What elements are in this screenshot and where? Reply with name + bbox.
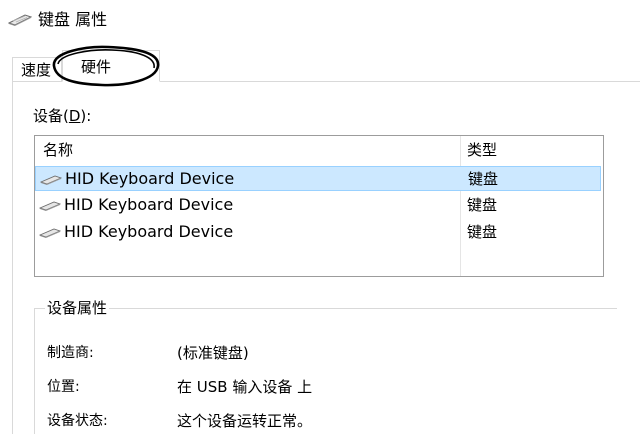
keyboard-icon — [39, 228, 61, 238]
title-bar[interactable]: 键盘 属性 — [0, 0, 640, 42]
keyboard-properties-window: 键盘 属性 速度 硬件 设备(D): 名称 类型 HID Keyboard De… — [0, 0, 640, 434]
location-value: 在 USB 输入设备 上 — [177, 378, 313, 396]
devices-label-prefix: 设备( — [33, 107, 69, 125]
devices-label-suffix: ): — [80, 107, 92, 125]
device-name: HID Keyboard Device — [64, 195, 234, 214]
device-name: HID Keyboard Device — [64, 222, 234, 241]
list-header: 名称 类型 — [35, 136, 603, 164]
manufacturer-label: 制造商: — [47, 345, 94, 361]
column-header-type[interactable]: 类型 — [467, 138, 497, 162]
status-label: 设备状态: — [47, 413, 108, 429]
keyboard-icon — [40, 175, 62, 185]
location-label: 位置: — [47, 379, 80, 395]
device-name: HID Keyboard Device — [65, 169, 235, 188]
window-title: 键盘 属性 — [38, 10, 108, 29]
tab-hardware-label: 硬件 — [81, 58, 112, 76]
manufacturer-value: (标准键盘) — [177, 344, 249, 362]
hardware-panel: 设备(D): 名称 类型 HID Keyboard Device 键盘 HID … — [12, 81, 640, 434]
tab-speed-label: 速度 — [21, 61, 52, 79]
device-row[interactable]: HID Keyboard Device 键盘 — [35, 193, 601, 218]
tab-hardware[interactable]: 硬件 — [62, 50, 160, 82]
keyboard-icon — [8, 14, 32, 26]
keyboard-icon — [39, 201, 61, 211]
tab-speed[interactable]: 速度 — [12, 57, 62, 82]
tab-strip: 速度 硬件 — [0, 42, 640, 82]
device-type: 键盘 — [467, 223, 498, 241]
device-list[interactable]: 名称 类型 HID Keyboard Device 键盘 HID Keyboar… — [34, 135, 604, 277]
devices-label-accel: D — [68, 107, 81, 125]
device-properties-group: 设备属性 制造商: (标准键盘) 位置: 在 USB 输入设备 上 设备状态: … — [34, 296, 617, 434]
device-type: 键盘 — [468, 170, 499, 188]
device-row[interactable]: HID Keyboard Device 键盘 — [35, 166, 601, 191]
devices-label: 设备(D): — [33, 104, 91, 128]
device-row[interactable]: HID Keyboard Device 键盘 — [35, 220, 601, 245]
device-rows: HID Keyboard Device 键盘 HID Keyboard Devi… — [35, 166, 603, 245]
status-value: 这个设备运转正常。 — [177, 412, 313, 430]
column-header-name[interactable]: 名称 — [43, 138, 73, 162]
group-title: 设备属性 — [45, 296, 110, 320]
device-type: 键盘 — [467, 196, 498, 214]
